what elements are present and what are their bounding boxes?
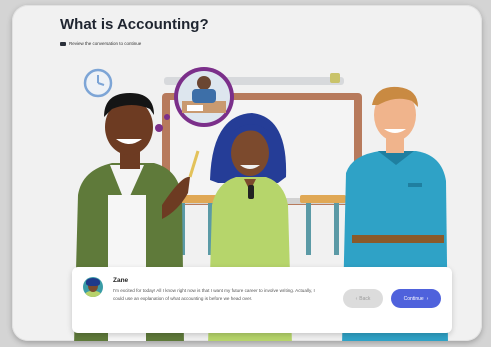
app-frame: What is Accounting? Review the conversat… (12, 5, 482, 341)
chevron-left-icon: ‹ (355, 295, 358, 302)
speaker-name: Zane (113, 277, 129, 284)
back-button[interactable]: ‹ Back (343, 289, 383, 308)
continue-button[interactable]: Continue › (391, 289, 441, 308)
dialog-message: I'm excited for today! All I know right … (113, 288, 315, 301)
avatar (83, 277, 103, 297)
clock-icon (83, 68, 113, 98)
dialog-card: Zane I'm excited for today! All I know r… (72, 267, 452, 333)
chevron-right-icon: › (426, 295, 429, 302)
continue-button-label: Continue (403, 295, 424, 302)
back-button-label: Back (359, 295, 371, 302)
